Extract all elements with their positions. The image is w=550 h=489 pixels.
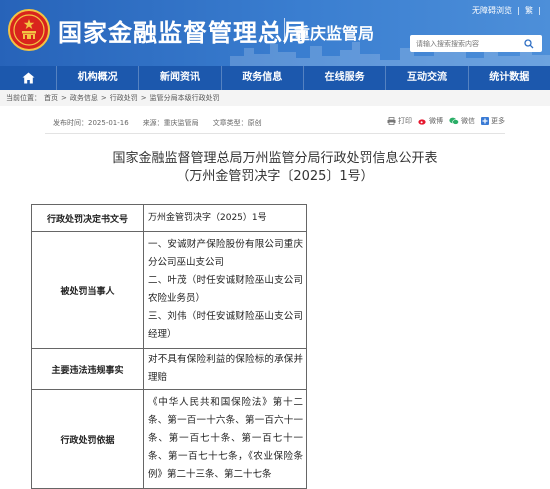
home-icon[interactable]	[0, 66, 56, 90]
breadcrumb: 当前位置： 首页 > 政务信息 > 行政处罚 > 监管分局本级行政处罚	[0, 90, 550, 106]
wechat-share-button[interactable]: 微信	[449, 116, 475, 126]
nav-item-government-info[interactable]: 政务信息	[220, 66, 303, 90]
wechat-label: 微信	[461, 117, 475, 125]
more-label: 更多	[491, 117, 505, 125]
breadcrumb-prefix: 当前位置：	[6, 94, 41, 102]
weibo-label: 微博	[429, 117, 443, 125]
breadcrumb-home[interactable]: 首页	[44, 93, 58, 103]
weibo-icon	[418, 119, 426, 125]
site-subtitle: 重庆监管局	[294, 24, 375, 43]
table-key: 主要违法违规事实	[31, 348, 144, 390]
weibo-share-button[interactable]: 微博	[418, 116, 443, 126]
table-key: 被处罚当事人	[31, 231, 144, 349]
top-links: 无障碍浏览 繁	[472, 5, 540, 16]
more-share-button[interactable]: 更多	[481, 116, 505, 126]
wechat-icon	[449, 117, 459, 125]
breadcrumb-current[interactable]: 监管分局本级行政处罚	[150, 93, 220, 103]
document-title-line1: 国家金融监督管理总局万州监管分局行政处罚信息公开表	[112, 151, 438, 166]
print-button[interactable]: 打印	[387, 116, 412, 126]
document-title-line2: （万州金管罚决字〔2025〕1号）	[176, 169, 374, 184]
penalty-info-table: 行政处罚决定书文号 万州金管罚决字（2025）1号 被处罚当事人 一、安诚财产保…	[31, 204, 307, 489]
search-icon[interactable]	[520, 35, 538, 52]
site-title: 国家金融监督管理总局	[58, 19, 308, 47]
link-divider	[539, 6, 540, 15]
article-type: 文章类型：原创	[212, 119, 262, 127]
nav-item-news[interactable]: 新闻资讯	[138, 66, 220, 90]
table-key: 行政处罚依据	[31, 389, 144, 489]
nav-item-statistics[interactable]: 统计数据	[467, 66, 550, 90]
table-value: 《中华人民共和国保险法》第十二条、第一百一十六条、第一百六十一条、第一百七十条、…	[143, 389, 307, 489]
traditional-chinese-link[interactable]: 繁	[525, 5, 533, 16]
print-icon	[387, 117, 396, 125]
table-value: 一、安诚财产保险股份有限公司重庆分公司巫山支公司 二、叶茂（时任安诚财险巫山支公…	[143, 231, 307, 349]
accessibility-link[interactable]: 无障碍浏览	[472, 5, 512, 16]
publish-date: 发布时间：2025-01-16	[53, 119, 129, 127]
table-key: 行政处罚决定书文号	[31, 204, 144, 232]
breadcrumb-penalty[interactable]: 行政处罚	[110, 93, 138, 103]
table-value: 万州金管罚决字（2025）1号	[143, 204, 307, 232]
table-row: 主要违法违规事实 对不具有保险利益的保险标的承保并理赔	[31, 348, 307, 390]
breadcrumb-separator: >	[100, 94, 107, 102]
document-title: 国家金融监督管理总局万州监管分局行政处罚信息公开表 （万州金管罚决字〔2025〕…	[0, 150, 550, 186]
nav-item-institution[interactable]: 机构概况	[56, 66, 138, 90]
nav-item-interaction[interactable]: 互动交流	[385, 66, 467, 90]
breadcrumb-government-info[interactable]: 政务信息	[70, 93, 98, 103]
print-label: 打印	[398, 117, 412, 125]
main-nav: 机构概况 新闻资讯 政务信息 在线服务 互动交流 统计数据	[0, 66, 550, 90]
search-box	[410, 35, 542, 52]
article-meta: 发布时间：2025-01-16 来源：重庆监管局 文章类型：原创 打印 微博 微…	[45, 112, 505, 134]
link-divider	[518, 6, 519, 15]
nav-item-online-service[interactable]: 在线服务	[302, 66, 385, 90]
breadcrumb-separator: >	[140, 94, 147, 102]
search-input[interactable]	[410, 39, 520, 48]
table-row: 行政处罚依据 《中华人民共和国保险法》第十二条、第一百一十六条、第一百六十一条、…	[31, 389, 307, 489]
article-source: 来源：重庆监管局	[142, 119, 199, 127]
table-row: 被处罚当事人 一、安诚财产保险股份有限公司重庆分公司巫山支公司 二、叶茂（时任安…	[31, 231, 307, 349]
breadcrumb-separator: >	[61, 94, 67, 102]
national-emblem-logo	[8, 9, 50, 51]
site-header: 国家金融监督管理总局 重庆监管局 无障碍浏览 繁	[0, 0, 550, 66]
title-divider	[284, 18, 285, 44]
table-row: 行政处罚决定书文号 万州金管罚决字（2025）1号	[31, 204, 307, 232]
plus-icon	[481, 117, 489, 125]
table-value: 对不具有保险利益的保险标的承保并理赔	[143, 348, 307, 390]
